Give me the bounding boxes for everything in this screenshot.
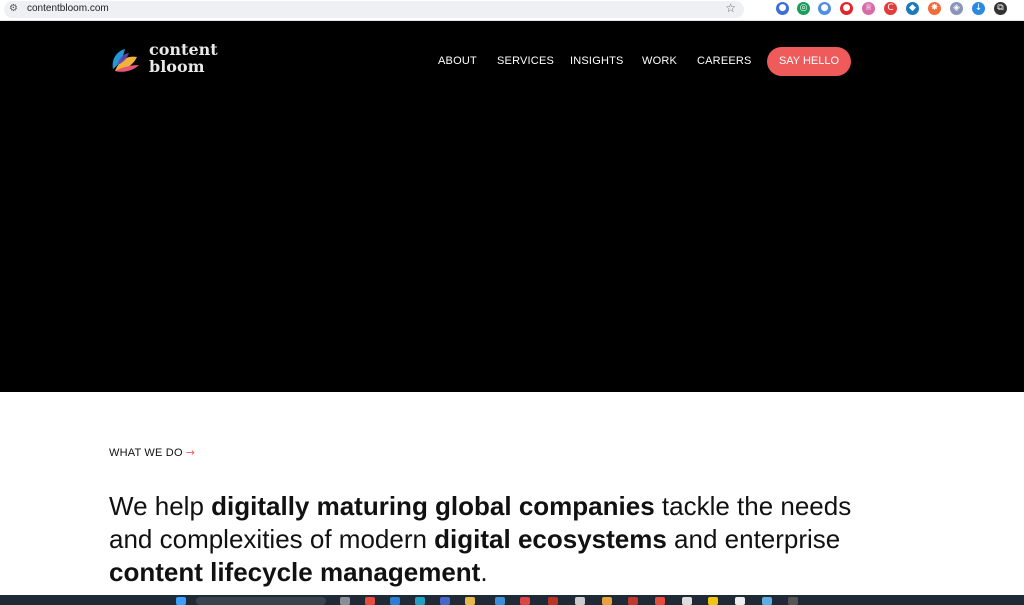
nav-careers[interactable]: CAREERS — [697, 55, 752, 67]
ext-crown-icon[interactable]: ♕ — [862, 2, 875, 15]
taskbar-app-icon[interactable] — [390, 597, 400, 605]
taskbar-app-icon[interactable] — [628, 597, 638, 605]
taskbar-app-icon[interactable] — [762, 597, 772, 605]
ext-download-icon[interactable]: ↓ — [972, 2, 985, 15]
logo-wordmark: content bloom — [149, 41, 218, 75]
ext-teal-icon[interactable]: ◆ — [906, 2, 919, 15]
taskbar-app-icon[interactable] — [495, 597, 505, 605]
nav-work[interactable]: WORK — [642, 55, 677, 67]
headline-emphasis: digital ecosystems — [434, 524, 667, 554]
ext-lightblue-icon[interactable]: ● — [818, 2, 831, 15]
section-headline: We help digitally maturing global compan… — [109, 490, 889, 589]
nav-about[interactable]: ABOUT — [438, 55, 477, 67]
headline-text: We help — [109, 491, 212, 521]
say-hello-button[interactable]: SAY HELLO — [767, 47, 851, 76]
headline-text: and enterprise — [666, 524, 841, 554]
ext-red-icon[interactable]: ● — [840, 2, 853, 15]
headline-text: . — [480, 557, 488, 587]
taskbar-app-icon[interactable] — [602, 597, 612, 605]
section-eyebrow[interactable]: WHAT WE DO → — [109, 446, 195, 459]
taskbar-search[interactable] — [196, 597, 326, 605]
taskbar-app-icon[interactable] — [655, 597, 665, 605]
logo-line-1: content — [149, 40, 218, 59]
ext-orange-icon[interactable]: ✸ — [928, 2, 941, 15]
ext-puzzle-icon[interactable]: ⧉ — [994, 2, 1007, 15]
site-logo[interactable]: content bloom — [109, 41, 229, 79]
taskbar-app-icon[interactable] — [575, 597, 585, 605]
ext-green-icon[interactable]: ◎ — [797, 2, 810, 15]
taskbar-app-icon[interactable] — [708, 597, 718, 605]
address-bar[interactable]: ⚙ contentbloom.com ☆ — [4, 1, 744, 18]
taskbar-app-icon[interactable] — [788, 597, 798, 605]
ext-shield-icon[interactable]: ◈ — [950, 2, 963, 15]
taskbar-app-icon[interactable] — [365, 597, 375, 605]
eyebrow-label: WHAT WE DO — [109, 447, 183, 459]
taskbar-app-icon[interactable] — [415, 597, 425, 605]
nav-insights[interactable]: INSIGHTS — [570, 55, 624, 67]
site-info-icon[interactable]: ⚙ — [9, 3, 18, 14]
ext-blue-icon[interactable]: ● — [776, 2, 789, 15]
bloom-logo-icon — [112, 49, 139, 72]
taskbar-app-icon[interactable] — [735, 597, 745, 605]
os-taskbar — [0, 595, 1024, 605]
taskbar-app-icon[interactable] — [465, 597, 475, 605]
ext-c-icon[interactable]: C — [884, 2, 897, 15]
browser-toolbar: ⚙ contentbloom.com ☆ ● ◎ ● ● ♕ C ◆ ✸ ◈ ↓ ⧉ — [0, 0, 1024, 21]
taskbar-app-icon[interactable] — [340, 597, 350, 605]
logo-line-2: bloom — [149, 57, 205, 76]
arrow-right-icon: → — [185, 446, 196, 459]
url-text: contentbloom.com — [27, 3, 109, 14]
bookmark-star-icon[interactable]: ☆ — [725, 1, 736, 15]
taskbar-app-icon[interactable] — [520, 597, 530, 605]
nav-services[interactable]: SERVICES — [497, 55, 554, 67]
headline-emphasis: content lifecycle management — [109, 557, 481, 587]
taskbar-app-icon[interactable] — [548, 597, 558, 605]
hero-section: content bloom ABOUT SERVICES INSIGHTS WO… — [0, 21, 1024, 392]
taskbar-app-icon[interactable] — [682, 597, 692, 605]
headline-emphasis: digitally maturing global companies — [211, 491, 655, 521]
taskbar-app-icon[interactable] — [440, 597, 450, 605]
start-icon[interactable] — [176, 597, 186, 605]
